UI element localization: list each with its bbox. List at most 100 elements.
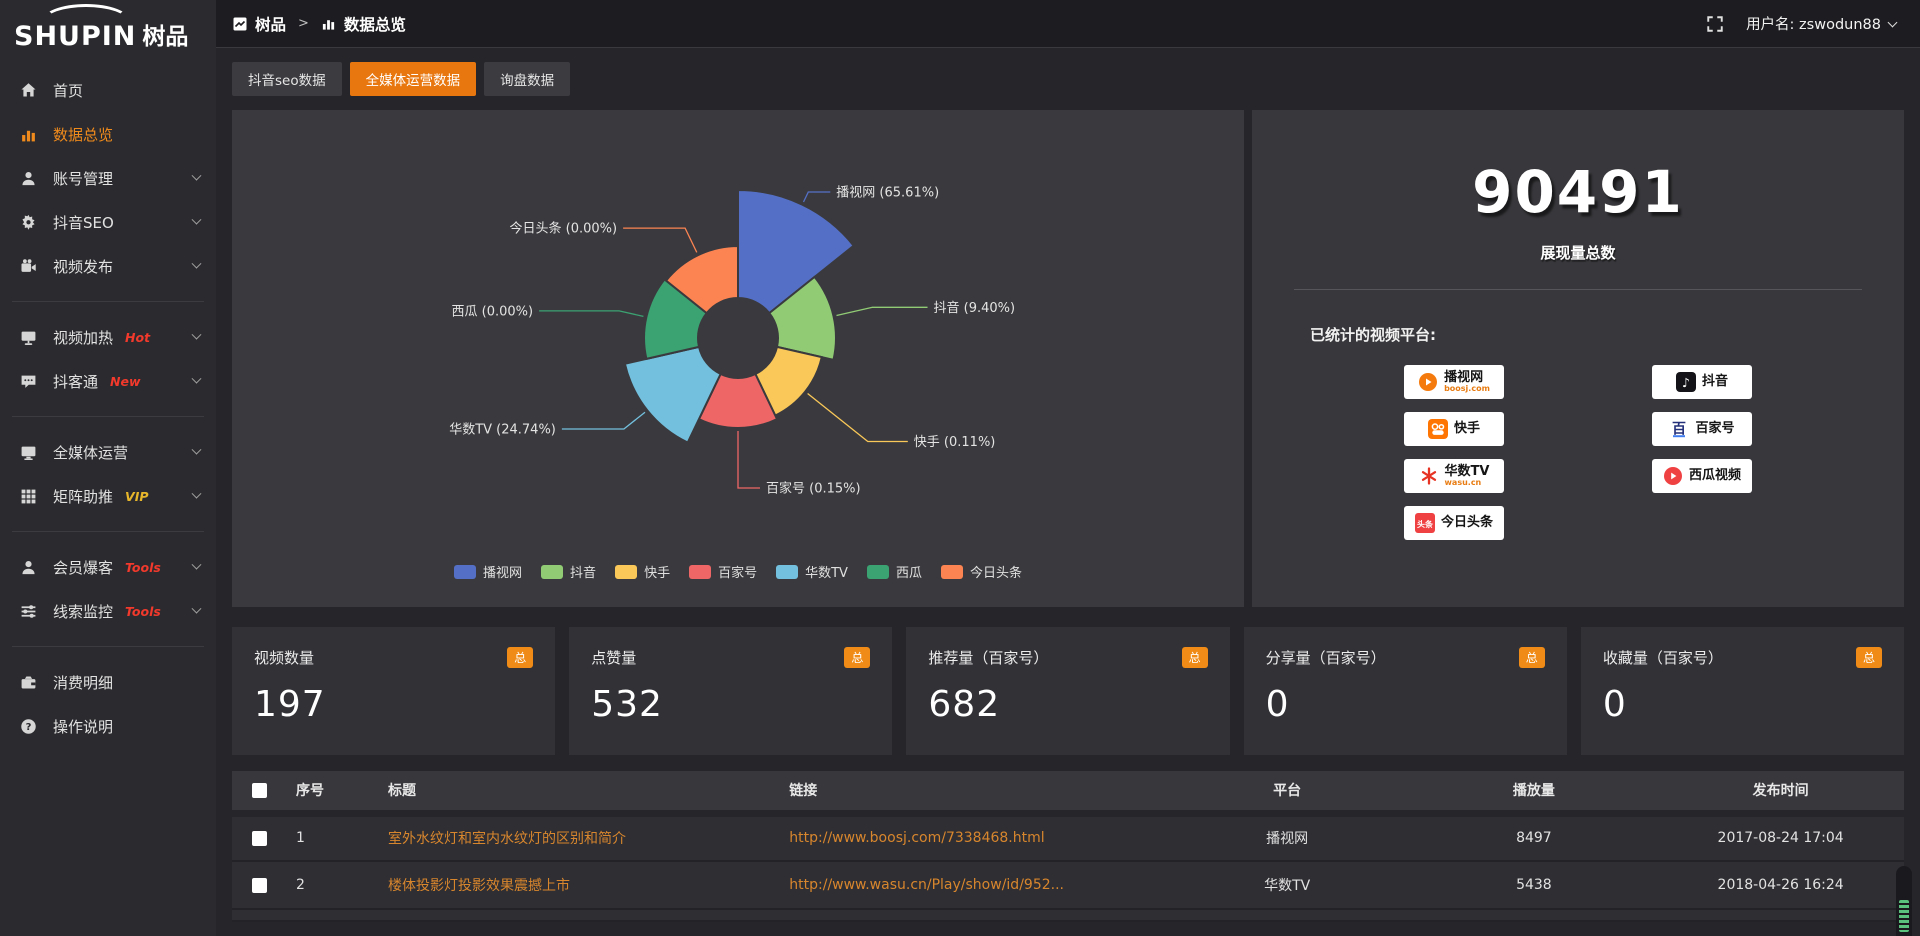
legend-swatch	[615, 565, 637, 579]
divider	[12, 301, 204, 302]
stat-card-value: 532	[591, 684, 870, 725]
row-checkbox[interactable]	[252, 878, 267, 893]
platform-badge-抖音[interactable]: ♪抖音	[1652, 365, 1752, 399]
video-title-link[interactable]: 楼体投影灯投影效果震撼上市	[388, 878, 570, 894]
wallet-icon	[20, 674, 39, 691]
gear-icon	[20, 214, 39, 231]
chat-icon	[20, 373, 39, 390]
sidebar-item-会员爆客[interactable]: 会员爆客Tools	[0, 545, 216, 589]
sidebar-item-label: 线索监控	[53, 601, 113, 622]
breadcrumb-current[interactable]: 数据总览	[344, 13, 406, 35]
tab-询盘数据[interactable]: 询盘数据	[484, 62, 570, 96]
total-badge[interactable]: 总	[1856, 647, 1882, 668]
sidebar-item-视频发布[interactable]: 视频发布	[0, 244, 216, 288]
sidebar-item-全媒体运营[interactable]: 全媒体运营	[0, 430, 216, 474]
user-menu[interactable]: 用户名: zswodun88	[1746, 13, 1896, 34]
row-checkbox[interactable]	[252, 831, 267, 846]
sidebar-item-抖客通[interactable]: 抖客通New	[0, 359, 216, 403]
legend-item-百家号[interactable]: 百家号	[689, 562, 757, 581]
platform-name: 华数TV	[1445, 465, 1490, 479]
platform-badge-百家号[interactable]: 百百家号	[1652, 412, 1752, 446]
legend-label: 今日头条	[970, 562, 1022, 581]
app-root: SHUPIN 树品 首页数据总览账号管理抖音SEO视频发布视频加热Hot抖客通N…	[0, 0, 1920, 936]
select-all-checkbox[interactable]	[252, 783, 267, 798]
sidebar-item-label: 首页	[53, 80, 83, 101]
table-row-partial	[232, 909, 1904, 921]
chart-legend: 播视网抖音快手百家号华数TV 西瓜 今日头条	[232, 562, 1244, 581]
legend-item-华数TV[interactable]: 华数TV	[776, 562, 848, 581]
pie-label: 今日头条 (0.00%)	[510, 221, 618, 237]
scrollbar[interactable]	[1896, 866, 1912, 936]
douyin-icon: ♪	[1676, 372, 1696, 392]
sidebar-item-矩阵助推[interactable]: 矩阵助推VIP	[0, 474, 216, 518]
stat-card-header: 推荐量（百家号）总	[928, 647, 1207, 668]
platform-badge-播视网[interactable]: 播视网boosj.com	[1404, 365, 1504, 399]
tab-全媒体运营数据[interactable]: 全媒体运营数据	[350, 62, 477, 96]
sidebar-item-label: 全媒体运营	[53, 442, 128, 463]
chevron-down-icon	[192, 329, 202, 339]
platform-badge-西瓜视频[interactable]: 西瓜视频	[1652, 459, 1752, 493]
wasu-icon	[1419, 466, 1439, 486]
video-title-link[interactable]: 室外水纹灯和室内水纹灯的区别和简介	[388, 831, 626, 847]
tab-抖音seo数据[interactable]: 抖音seo数据	[232, 62, 342, 96]
pie-slice-华数TV[interactable]	[625, 347, 721, 443]
breadcrumb-home[interactable]: 树品	[255, 13, 286, 35]
chevron-down-icon	[192, 444, 202, 454]
platform-name: 今日头条	[1441, 516, 1493, 530]
sidebar-item-线索监控[interactable]: 线索监控Tools	[0, 589, 216, 633]
pie-label-line	[808, 394, 908, 442]
sidebar-item-账号管理[interactable]: 账号管理	[0, 156, 216, 200]
scrollbar-thumb[interactable]	[1899, 900, 1909, 932]
platform-column: ♪抖音百百家号西瓜视频	[1652, 365, 1752, 540]
breadcrumb-separator: >	[298, 16, 309, 31]
sidebar-item-首页[interactable]: 首页	[0, 68, 216, 112]
legend-item-西瓜[interactable]: 西瓜	[867, 562, 922, 581]
total-impressions-value: 90491	[1252, 158, 1904, 226]
chevron-down-icon	[192, 603, 202, 613]
legend-item-今日头条[interactable]: 今日头条	[941, 562, 1022, 581]
total-badge[interactable]: 总	[507, 647, 533, 668]
app-logo[interactable]: SHUPIN 树品	[0, 0, 216, 58]
legend-item-快手[interactable]: 快手	[615, 562, 670, 581]
video-url-link[interactable]: http://www.wasu.cn/Play/show/id/952...	[789, 877, 1064, 893]
topbar-right: 用户名: zswodun88	[1706, 13, 1896, 34]
cell-plays: 5438	[1411, 861, 1658, 909]
chevron-down-icon	[192, 258, 202, 268]
chevron-down-icon	[192, 214, 202, 224]
total-badge[interactable]: 总	[1519, 647, 1545, 668]
screen-icon	[20, 444, 39, 461]
sidebar-item-视频加热[interactable]: 视频加热Hot	[0, 315, 216, 359]
legend-label: 西瓜	[896, 562, 922, 581]
sidebar-item-数据总览[interactable]: 数据总览	[0, 112, 216, 156]
column-header-发布时间: 发布时间	[1657, 771, 1904, 813]
fullscreen-icon[interactable]	[1706, 15, 1724, 33]
chevron-down-icon	[192, 488, 202, 498]
platform-badge-华数TV[interactable]: 华数TVwasu.cn	[1404, 459, 1504, 493]
legend-item-播视网[interactable]: 播视网	[454, 562, 522, 581]
pie-label-line	[623, 228, 697, 252]
column-header-链接: 链接	[779, 771, 1164, 813]
legend-item-抖音[interactable]: 抖音	[541, 562, 596, 581]
total-badge[interactable]: 总	[1182, 647, 1208, 668]
video-table: 序号标题链接平台播放量发布时间 1室外水纹灯和室内水纹灯的区别和简介http:/…	[232, 771, 1904, 922]
main-area: 树品 > 数据总览 用户名: zswodun88 抖音seo数据全媒体运营数据询…	[216, 0, 1920, 936]
column-header-播放量: 播放量	[1411, 771, 1658, 813]
cell-publish-time: 2018-04-26 16:24	[1657, 861, 1904, 909]
pie-label-line	[539, 311, 643, 317]
sidebar-item-label: 账号管理	[53, 168, 113, 189]
platform-badge-今日头条[interactable]: 头条今日头条	[1404, 506, 1504, 540]
chevron-down-icon	[192, 559, 202, 569]
video-url-link[interactable]: http://www.boosj.com/7338468.html	[789, 830, 1044, 846]
sidebar-item-操作说明[interactable]: ?操作说明	[0, 704, 216, 748]
platform-badge-快手[interactable]: 快手	[1404, 412, 1504, 446]
sidebar-item-抖音SEO[interactable]: 抖音SEO	[0, 200, 216, 244]
sidebar-item-消费明细[interactable]: 消费明细	[0, 660, 216, 704]
person-icon	[20, 559, 39, 576]
column-header-标题: 标题	[378, 771, 779, 813]
pie-label-line	[738, 431, 760, 488]
data-tabs: 抖音seo数据全媒体运营数据询盘数据	[232, 62, 1904, 96]
topbar: 树品 > 数据总览 用户名: zswodun88	[216, 0, 1920, 48]
total-badge[interactable]: 总	[844, 647, 870, 668]
table-row: 1室外水纹灯和室内水纹灯的区别和简介http://www.boosj.com/7…	[232, 813, 1904, 861]
platform-domain: wasu.cn	[1445, 479, 1482, 487]
